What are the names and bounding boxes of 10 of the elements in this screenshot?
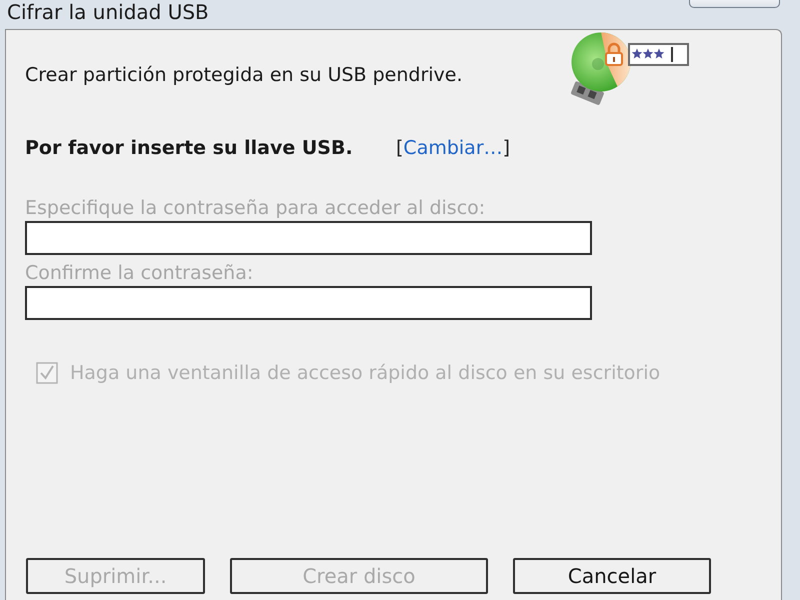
dialog-button[interactable]: Cancelar — [513, 558, 711, 594]
intro-text: Crear partición protegida en su USB pendrive. — [25, 65, 464, 85]
change-link[interactable]: [Cambiar…] — [396, 138, 510, 158]
window-control-button[interactable] — [689, 0, 780, 8]
field-label: Confirme la contraseña: — [25, 263, 254, 283]
checkbox-label: Haga una ventanilla de acceso rápido al disco en su escritorio — [70, 362, 660, 384]
window-title: Cifrar la unidad USB — [7, 0, 209, 24]
usb-drive-lock-icon — [568, 32, 690, 107]
field-label: Especifique la contraseña para acceder al disco: — [25, 198, 486, 218]
usb-status-message: Por favor inserte su llave USB. — [25, 138, 354, 158]
